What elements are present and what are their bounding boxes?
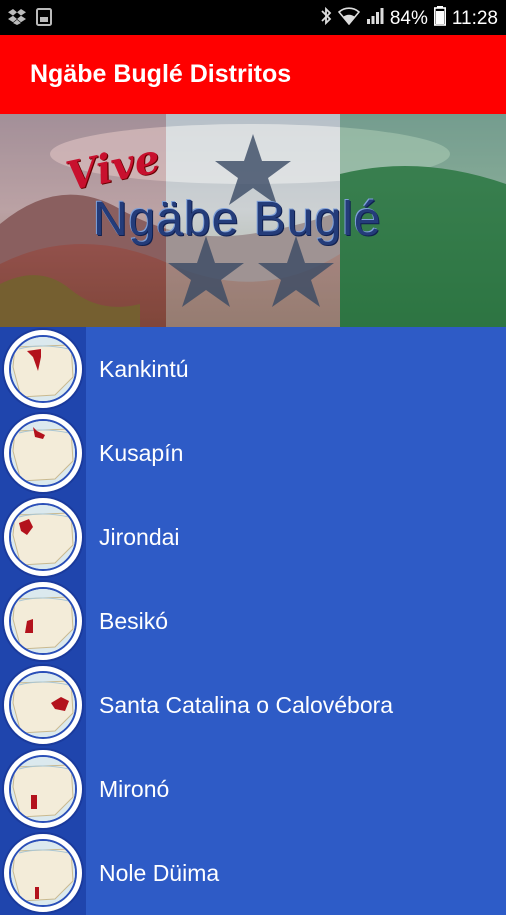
thumbnail-column [0, 327, 86, 411]
district-map-thumbnail [2, 412, 84, 494]
header-banner: Vive Ngäbe Buglé [0, 114, 506, 327]
battery-icon [433, 6, 446, 32]
district-list-item[interactable]: Kusapín [0, 411, 506, 495]
thumbnail-column [0, 663, 86, 747]
district-name: Nole Düima [99, 860, 220, 886]
app-title: Ngäbe Buglé Distritos [30, 60, 292, 88]
map-icon [9, 335, 77, 403]
map-icon [9, 839, 77, 907]
thumbnail-column [0, 831, 86, 915]
map-icon [9, 503, 77, 571]
app-bar: Ngäbe Buglé Distritos [0, 35, 506, 114]
district-list-item[interactable]: Besikó [0, 579, 506, 663]
thumbnail-column [0, 411, 86, 495]
district-map-thumbnail [2, 832, 84, 914]
map-icon [9, 671, 77, 739]
district-map-thumbnail [2, 328, 84, 410]
map-icon [9, 419, 77, 487]
signal-icon [366, 7, 384, 31]
status-bar: 84% 11:28 [0, 0, 506, 35]
district-name: Jirondai [99, 524, 180, 550]
district-map-thumbnail [2, 496, 84, 578]
thumbnail-column [0, 747, 86, 831]
district-name: Kankintú [99, 356, 189, 382]
banner-main-text: Ngäbe Buglé [93, 193, 382, 246]
thumbnail-column [0, 495, 86, 579]
district-map-thumbnail [2, 664, 84, 746]
district-name: Kusapín [99, 440, 184, 466]
district-name: Besikó [99, 608, 169, 634]
dropbox-icon [8, 9, 26, 30]
battery-percent: 84% [389, 8, 428, 29]
map-icon [9, 755, 77, 823]
bluetooth-icon [320, 6, 332, 32]
district-list-item[interactable]: Jirondai [0, 495, 506, 579]
map-icon [9, 587, 77, 655]
district-list-item[interactable]: Nole Düima [0, 831, 506, 915]
district-map-thumbnail [2, 580, 84, 662]
district-name: Mironó [99, 776, 170, 802]
district-list-item[interactable]: Mironó [0, 747, 506, 831]
district-name: Santa Catalina o Calovébora [99, 692, 394, 718]
district-map-thumbnail [2, 748, 84, 830]
wifi-icon [337, 7, 360, 31]
district-list: Kankintú Kusapín Jirondai Besikó Santa Catal… [0, 327, 506, 915]
clock: 11:28 [451, 8, 498, 29]
thumbnail-column [0, 579, 86, 663]
screenshot-icon [36, 8, 52, 31]
district-list-item[interactable]: Santa Catalina o Calovébora [0, 663, 506, 747]
district-list-item[interactable]: Kankintú [0, 327, 506, 411]
